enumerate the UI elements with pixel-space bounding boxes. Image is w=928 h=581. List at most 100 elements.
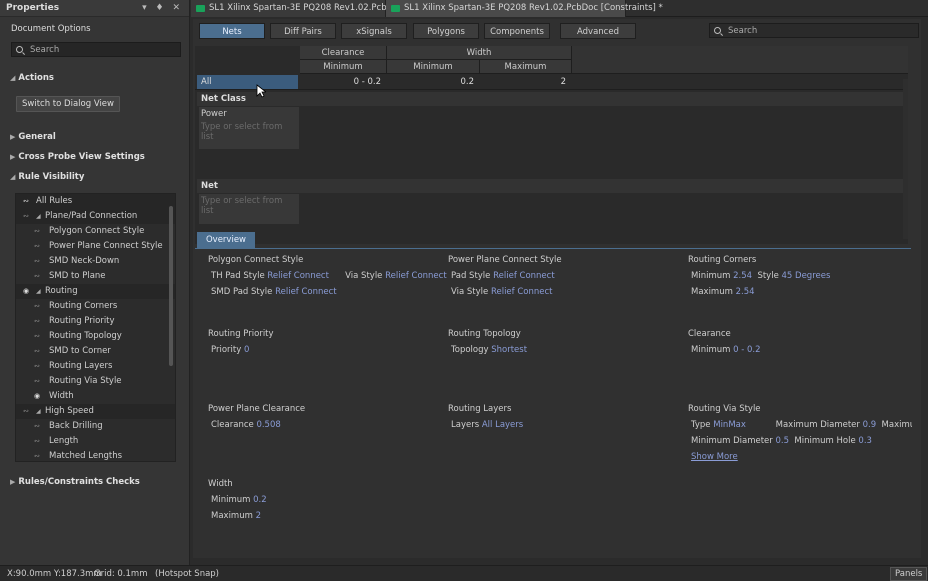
constraints-search-input[interactable]: Search — [709, 23, 919, 38]
rule-tree-item[interactable]: ∾ Routing Topology — [16, 329, 175, 344]
header-clearance[interactable]: Clearance — [300, 46, 387, 60]
visibility-eye-icon[interactable]: ∾ — [34, 314, 40, 329]
visibility-eye-icon[interactable]: ∾ — [34, 224, 40, 239]
via-style-value[interactable]: Relief Connect — [491, 287, 553, 297]
section-general[interactable]: ▶ General — [10, 132, 56, 142]
section-rules-checks[interactable]: ▶ Rules/Constraints Checks — [10, 477, 140, 487]
filter-diff-pairs-button[interactable]: Diff Pairs — [270, 23, 336, 39]
header-clearance-minimum[interactable]: Minimum — [300, 60, 387, 74]
rule-tree-item[interactable]: ∾ Power Plane Connect Style — [16, 239, 175, 254]
minimum-value[interactable]: 0.2 — [253, 495, 267, 505]
rule-tree-item[interactable]: ∾ Routing Via Style — [16, 374, 175, 389]
tree-scrollbar[interactable] — [169, 206, 173, 366]
clearance-value[interactable]: 0.508 — [256, 420, 280, 430]
max-diameter-value[interactable]: 0.9 — [863, 420, 877, 430]
section-title: Routing Layers — [448, 404, 512, 414]
visibility-eye-icon[interactable]: ∾ — [23, 209, 29, 224]
header-width-minimum[interactable]: Minimum — [387, 60, 480, 74]
panel-controls[interactable]: ▾ ♦ ✕ — [142, 3, 183, 13]
rule-tree-item[interactable]: ∾ Routing Priority — [16, 314, 175, 329]
visibility-eye-icon[interactable]: ∾ — [34, 344, 40, 359]
power-netclass[interactable]: Power — [201, 109, 297, 119]
properties-search-input[interactable]: Search — [11, 42, 181, 57]
visibility-eye-icon[interactable]: ∾ — [34, 419, 40, 434]
show-more-link[interactable]: Show More — [691, 452, 738, 462]
row-all-selected[interactable] — [197, 75, 298, 89]
minimum-value[interactable]: 0 - 0.2 — [733, 345, 760, 355]
visibility-eye-icon[interactable]: ∾ — [34, 329, 40, 344]
maximum-value[interactable]: 2.54 — [736, 287, 755, 297]
rule-tree-item[interactable]: ∾ Plane/Pad Connection ◢ — [16, 209, 175, 224]
minimum-value[interactable]: 2.54 — [733, 271, 752, 281]
min-hole-value[interactable]: 0.3 — [858, 436, 872, 446]
cell-width-min[interactable]: 0.2 — [387, 75, 474, 90]
visibility-eye-icon[interactable]: ∾ — [34, 449, 40, 461]
rule-tree-item[interactable]: ∾ SMD to Plane — [16, 269, 175, 284]
section-cross-probe[interactable]: ▶ Cross Probe View Settings — [10, 152, 145, 162]
tab-constraints[interactable]: SL1 Xilinx Spartan-3E PQ208 Rev1.02.PcbD… — [386, 0, 663, 17]
filter-components-button[interactable]: Components — [484, 23, 550, 39]
pad-style-value[interactable]: Relief Connect — [493, 271, 555, 281]
rule-tree-item[interactable]: ∾ Length — [16, 434, 175, 449]
visibility-eye-icon[interactable]: ∾ — [34, 374, 40, 389]
grid-scrollbar[interactable] — [903, 79, 908, 239]
maximum-value[interactable]: 2 — [256, 511, 261, 521]
header-width[interactable]: Width — [387, 46, 572, 60]
smd-pad-style-value[interactable]: Relief Connect — [275, 287, 337, 297]
section-title: Routing Via Style — [688, 404, 761, 414]
via-style-label: Via Style — [345, 271, 383, 281]
collapse-triangle-icon[interactable]: ◢ — [36, 209, 41, 224]
visibility-eye-icon[interactable]: ∾ — [34, 359, 40, 374]
min-diameter-value[interactable]: 0.5 — [775, 436, 789, 446]
header-width-maximum[interactable]: Maximum — [480, 60, 572, 74]
visibility-eye-icon[interactable]: ∾ — [34, 239, 40, 254]
rule-tree-item[interactable]: ∾ Back Drilling — [16, 419, 175, 434]
topology-value[interactable]: Shortest — [491, 345, 527, 355]
layers-value[interactable]: All Layers — [482, 420, 523, 430]
cell-clearance-min[interactable]: 0 - 0.2 — [300, 75, 381, 90]
constraints-search-placeholder: Search — [728, 25, 758, 36]
style-value[interactable]: 45 Degrees — [782, 271, 831, 281]
collapse-triangle-icon[interactable]: ◢ — [36, 284, 41, 299]
visibility-eye-icon[interactable]: ∾ — [34, 254, 40, 269]
panels-button[interactable]: Panels — [890, 567, 928, 581]
section-title: Clearance — [688, 329, 731, 339]
rule-tree-item[interactable]: ◉ Routing ◢ — [16, 284, 175, 299]
via-style-value[interactable]: Relief Connect — [385, 271, 447, 281]
rule-tree-item[interactable]: ∾ Polygon Connect Style — [16, 224, 175, 239]
rule-tree-item[interactable]: ∾ Matched Lengths — [16, 449, 175, 461]
visibility-eye-icon[interactable]: ◉ — [23, 284, 29, 299]
filter-polygons-button[interactable]: Polygons — [413, 23, 479, 39]
rule-tree-item[interactable]: ∾ SMD Neck-Down — [16, 254, 175, 269]
filter-advanced-button[interactable]: Advanced — [560, 23, 636, 39]
rule-tree-item[interactable]: ∾ Routing Corners — [16, 299, 175, 314]
visibility-eye-icon[interactable]: ∾ — [34, 269, 40, 284]
visibility-eye-icon[interactable]: ∾ — [23, 404, 29, 419]
type-value[interactable]: MinMax — [713, 420, 746, 430]
section-actions[interactable]: ◢ Actions — [10, 73, 54, 83]
rule-tree-item[interactable]: ∾ Routing Layers — [16, 359, 175, 374]
visibility-eye-icon[interactable]: ◉ — [34, 389, 40, 404]
filter-xsignals-button[interactable]: xSignals — [341, 23, 407, 39]
rule-tree-item[interactable]: ◉ Width — [16, 389, 175, 404]
rule-tree-item[interactable]: ∾ SMD to Corner — [16, 344, 175, 359]
rule-tree-label: Routing Layers — [49, 361, 113, 371]
net-hint[interactable]: Type or select from list — [201, 196, 297, 216]
tab-pcbdoc[interactable]: SL1 Xilinx Spartan-3E PQ208 Rev1.02.PcbD… — [191, 0, 410, 17]
filter-nets-button[interactable]: Nets — [199, 23, 265, 39]
visibility-eye-icon[interactable]: ∾ — [34, 299, 40, 314]
rule-tree-item[interactable]: ∾ High Speed ◢ — [16, 404, 175, 419]
visibility-eye-icon[interactable]: ∾ — [34, 434, 40, 449]
section-rules-checks-label: Rules/Constraints Checks — [18, 477, 140, 487]
cell-width-max[interactable]: 2 — [480, 75, 566, 90]
collapse-triangle-icon[interactable]: ◢ — [36, 404, 41, 419]
section-rule-visibility[interactable]: ◢ Rule Visibility — [10, 172, 84, 182]
maximum-truncated-label: Maximu — [881, 420, 912, 430]
netclass-hint[interactable]: Type or select from list — [201, 122, 297, 142]
visibility-eye-icon[interactable]: ∾ — [23, 194, 29, 209]
rule-tree-item[interactable]: ∾ All Rules — [16, 194, 175, 209]
priority-value[interactable]: 0 — [244, 345, 249, 355]
tab-overview[interactable]: Overview — [197, 232, 255, 248]
switch-to-dialog-view-button[interactable]: Switch to Dialog View — [16, 96, 120, 112]
th-pad-style-value[interactable]: Relief Connect — [267, 271, 329, 281]
